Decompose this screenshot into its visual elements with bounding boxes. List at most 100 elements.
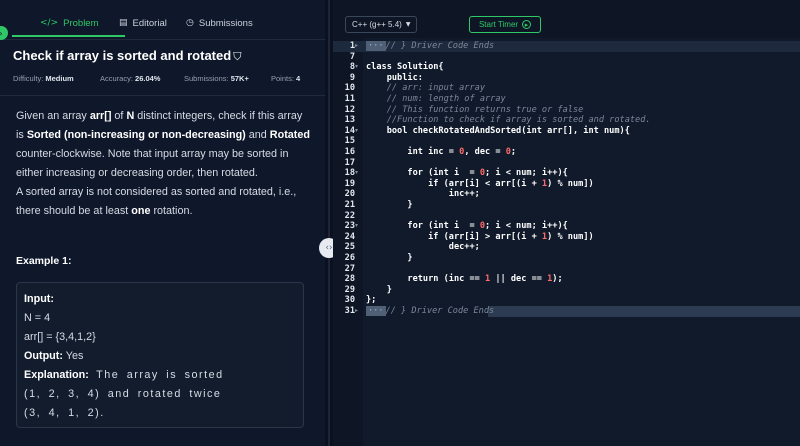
code-line[interactable]: 14 ▾ bool checkRotatedAndSorted(int arr[]… [333, 126, 800, 137]
fold-toggle-icon[interactable]: ▸ [355, 41, 363, 52]
explanation-text: (3, 4, 1, 2). [24, 407, 105, 419]
code-line[interactable]: 21 } [333, 200, 800, 211]
code-text: ···// } Driver Code Ends [366, 306, 495, 316]
code-line[interactable]: 7 [333, 52, 800, 63]
code-line[interactable]: 19 if (arr[i] < arr[(i + 1) % num]) [333, 179, 800, 190]
desc-text: of [111, 110, 127, 122]
line-number: 23 [344, 221, 355, 232]
code-editor[interactable]: 1 ▸ ···// } Driver Code Ends 7 8 ▾ class Solut… [333, 38, 800, 446]
example-title: Example 1: [16, 255, 72, 267]
line-number: 17 [344, 157, 355, 168]
line-number: 24 [344, 231, 355, 242]
desc-text: Given an array [16, 110, 90, 122]
explanation-text: (1, 2, 3, 4) and rotated twice [24, 388, 222, 400]
line-number: 8 [349, 62, 355, 73]
code-line[interactable]: 8 ▾ class Solution{ [333, 62, 800, 73]
start-timer-button[interactable]: Start Timer ▸ [469, 16, 541, 33]
output-value: Yes [65, 350, 84, 362]
code-line[interactable]: 10 // arr: input array [333, 83, 800, 94]
code-line[interactable]: 26 } [333, 253, 800, 264]
code-line[interactable]: 9 public: [333, 73, 800, 84]
code-line[interactable]: 15 [333, 136, 800, 147]
code-text: if (arr[i] > arr[(i + 1) % num]) [366, 231, 594, 242]
line-number: 27 [344, 263, 355, 274]
line-number: 22 [344, 210, 355, 221]
difficulty-label: Difficulty: [13, 74, 44, 83]
desc-bold: arr[] [89, 110, 112, 122]
line-number: 18 [344, 168, 355, 179]
code-line[interactable]: 13 //Function to check if array is sorte… [333, 115, 800, 126]
code-line[interactable]: 24 if (arr[i] > arr[(i + 1) % num]) [333, 232, 800, 243]
tab-problem[interactable]: </> Problem [40, 13, 99, 33]
tab-label: Editorial [132, 17, 167, 29]
submissions: Submissions: 57K+ [184, 74, 249, 83]
code-line[interactable]: 30}; [333, 295, 800, 306]
problem-title: Check if array is sorted and rotated ⛉ [13, 48, 241, 64]
fold-toggle-icon[interactable]: ▾ [355, 126, 363, 137]
active-tab-indicator [12, 35, 125, 37]
code-line[interactable]: 27 [333, 264, 800, 275]
difficulty: Difficulty: Medium [13, 74, 74, 83]
collapsed-region-marker[interactable]: ··· [366, 306, 386, 316]
code-text: inc++; [366, 189, 480, 200]
code-line[interactable]: 17 [333, 158, 800, 169]
clock-icon: ◷ [186, 18, 194, 28]
code-text: class Solution{ [366, 62, 444, 73]
difficulty-value: Medium [45, 74, 74, 83]
line-number: 20 [344, 189, 355, 200]
code-text: //Function to check if array is sorted a… [366, 115, 651, 126]
bookmark-icon[interactable]: ⛉ [233, 50, 241, 63]
code-text: // num: length of array [366, 94, 506, 104]
example-arr: arr[] = {3,4,1,2} [24, 331, 96, 343]
submissions-label: Submissions: [184, 74, 229, 83]
splitter-line [328, 0, 330, 446]
code-line[interactable]: 29 } [333, 285, 800, 296]
explanation-text: The array is sorted [96, 369, 224, 381]
desc-text: and [245, 129, 270, 141]
code-text: for (int i = 0; i < num; i++){ [366, 168, 568, 179]
fold-toggle-icon[interactable]: ▾ [355, 168, 363, 179]
fold-toggle-icon[interactable]: ▾ [355, 62, 363, 73]
collapsed-region-marker[interactable]: ··· [366, 41, 386, 51]
code-line[interactable]: 23 ▾ for (int i = 0; i < num; i++){ [333, 221, 800, 232]
code-line[interactable]: 18 ▾ for (int i = 0; i < num; i++){ [333, 168, 800, 179]
code-text: dec++; [366, 242, 480, 253]
line-number: 16 [344, 147, 355, 157]
line-number: 19 [344, 178, 355, 189]
document-icon: ▤ [119, 18, 128, 28]
code-line[interactable]: 12 // This function returns true or fals… [333, 105, 800, 116]
code-text: bool checkRotatedAndSorted(int arr[], in… [366, 125, 630, 136]
code-line[interactable]: 28 return (inc == 1 || dec == 1); [333, 274, 800, 285]
tab-editorial[interactable]: ▤ Editorial [119, 13, 167, 33]
code-line[interactable]: 31 ▸ ···// } Driver Code Ends [333, 306, 800, 317]
line-number: 26 [344, 253, 355, 263]
code-text: } [366, 253, 413, 263]
line-number: 30 [344, 295, 355, 306]
line-number: 31 [344, 306, 355, 316]
code-line[interactable]: 11 // num: length of array [333, 94, 800, 105]
tab-submissions[interactable]: ◷ Submissions [186, 13, 253, 33]
code-line[interactable]: 25 dec++; [333, 242, 800, 253]
code-line[interactable]: 20 inc++; [333, 189, 800, 200]
problem-description: Given an array arr[] of N distinct integ… [16, 107, 312, 221]
code-text: int inc = 0, dec = 0; [366, 147, 517, 157]
accuracy-value: 26.04% [135, 74, 161, 83]
example-n: N = 4 [24, 312, 51, 324]
code-text: // This function returns true or false [366, 104, 584, 115]
language-label: C++ (g++ 5.4) [352, 20, 402, 29]
desc-bold: one [131, 205, 151, 217]
code-line[interactable]: 1 ▸ ···// } Driver Code Ends [333, 41, 800, 52]
problem-panel: </> Problem ▤ Editorial ◷ Submissions › … [0, 0, 325, 446]
fold-toggle-icon[interactable]: ▾ [355, 221, 363, 232]
output-label: Output: [24, 350, 63, 362]
code-text: // arr: input array [366, 83, 485, 94]
code-line[interactable]: 16 int inc = 0, dec = 0; [333, 147, 800, 158]
line-number: 14 [344, 125, 355, 136]
code-line[interactable]: 22 [333, 211, 800, 222]
language-select[interactable]: C++ (g++ 5.4) ▼ [345, 16, 417, 33]
fold-toggle-icon[interactable]: ▸ [355, 306, 363, 317]
code-text: } [366, 200, 413, 210]
problem-title-text: Check if array is sorted and rotated [13, 48, 232, 63]
line-number: 9 [349, 72, 355, 83]
line-number: 12 [344, 104, 355, 115]
